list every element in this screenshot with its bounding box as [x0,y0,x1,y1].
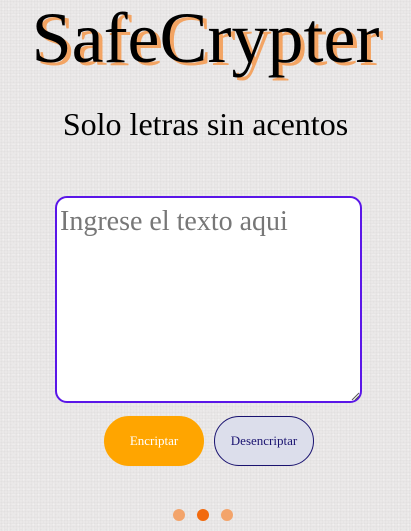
page-dot[interactable] [221,509,233,521]
encrypt-button[interactable]: Encriptar [104,416,204,466]
page-dot[interactable] [173,509,185,521]
page-indicator [0,509,411,521]
text-input[interactable] [55,196,362,403]
decrypt-button[interactable]: Desencriptar [214,416,314,466]
subtitle: Solo letras sin acentos [62,106,349,142]
page-dot[interactable] [197,509,209,521]
app-title: SafeCrypter [31,0,380,78]
